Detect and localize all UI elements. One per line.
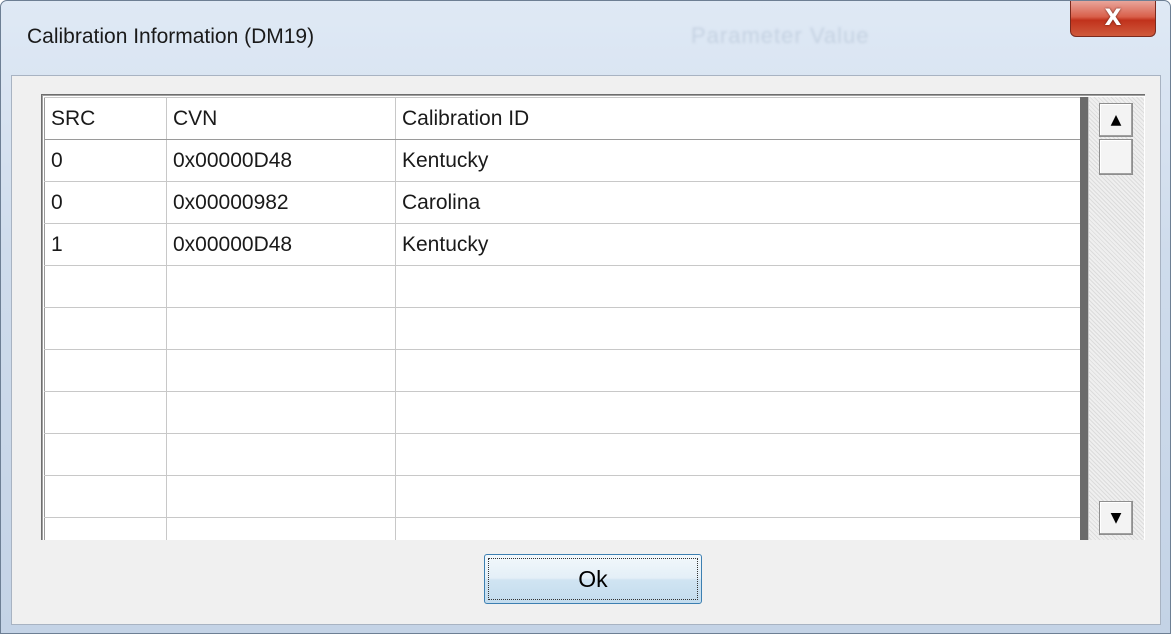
table-row[interactable] (44, 349, 1081, 392)
column-header-calibration-id[interactable]: Calibration ID (395, 97, 1081, 140)
window-title: Calibration Information (DM19) (27, 25, 315, 48)
cell-calibration-id[interactable]: Carolina (395, 181, 1081, 224)
ok-button[interactable]: Ok (484, 554, 702, 604)
cell-cvn[interactable] (166, 349, 396, 392)
background-window-text: Parameter Value (691, 23, 870, 48)
cell-src[interactable]: 1 (44, 223, 167, 266)
table-row[interactable]: 0 0x00000D48 Kentucky (44, 139, 1081, 182)
cell-calibration-id[interactable] (395, 391, 1081, 434)
table-row[interactable] (44, 517, 1081, 540)
scroll-down-button[interactable]: ▼ (1099, 501, 1133, 535)
table-row[interactable] (44, 307, 1081, 350)
table-row[interactable] (44, 433, 1081, 476)
vertical-scrollbar[interactable]: ▲ ▼ (1088, 97, 1144, 540)
table-row[interactable] (44, 391, 1081, 434)
cell-cvn[interactable] (166, 307, 396, 350)
table-row[interactable] (44, 265, 1081, 308)
close-button[interactable]: X (1070, 1, 1156, 37)
cell-src[interactable] (44, 307, 167, 350)
cell-cvn[interactable] (166, 433, 396, 476)
scroll-thumb[interactable] (1099, 139, 1133, 175)
table-row[interactable]: 0 0x00000982 Carolina (44, 181, 1081, 224)
table-row[interactable] (44, 475, 1081, 518)
table-header-row: SRC CVN Calibration ID (44, 97, 1081, 140)
cell-cvn[interactable] (166, 517, 396, 540)
cell-cvn[interactable]: 0x00000D48 (166, 139, 396, 182)
cell-src[interactable] (44, 475, 167, 518)
cell-calibration-id[interactable]: Kentucky (395, 139, 1081, 182)
grid-right-border (1080, 97, 1088, 540)
cell-src[interactable] (44, 265, 167, 308)
cell-cvn[interactable]: 0x00000982 (166, 181, 396, 224)
cell-src[interactable]: 0 (44, 139, 167, 182)
calibration-grid: SRC CVN Calibration ID 0 0x00000D48 Kent… (41, 94, 1145, 540)
cell-src[interactable] (44, 391, 167, 434)
dialog-client-area: SRC CVN Calibration ID 0 0x00000D48 Kent… (11, 75, 1161, 625)
table-row[interactable]: 1 0x00000D48 Kentucky (44, 223, 1081, 266)
cell-calibration-id[interactable] (395, 475, 1081, 518)
scroll-up-button[interactable]: ▲ (1099, 103, 1133, 137)
close-icon: X (1104, 6, 1122, 31)
cell-src[interactable] (44, 517, 167, 540)
cell-src[interactable] (44, 433, 167, 476)
cell-calibration-id[interactable] (395, 433, 1081, 476)
cell-cvn[interactable] (166, 265, 396, 308)
cell-calibration-id[interactable] (395, 517, 1081, 540)
cell-calibration-id[interactable] (395, 349, 1081, 392)
cell-cvn[interactable] (166, 475, 396, 518)
cell-cvn[interactable]: 0x00000D48 (166, 223, 396, 266)
column-header-cvn[interactable]: CVN (166, 97, 396, 140)
arrow-up-icon: ▲ (1110, 112, 1122, 128)
cell-calibration-id[interactable] (395, 265, 1081, 308)
calibration-table: SRC CVN Calibration ID 0 0x00000D48 Kent… (44, 97, 1081, 540)
title-bar[interactable]: Calibration Information (DM19) Parameter… (1, 1, 1170, 75)
cell-calibration-id[interactable]: Kentucky (395, 223, 1081, 266)
ok-button-label: Ok (578, 565, 608, 592)
dialog-window: Calibration Information (DM19) Parameter… (0, 0, 1171, 634)
column-header-src[interactable]: SRC (44, 97, 167, 140)
arrow-down-icon: ▼ (1110, 510, 1122, 526)
cell-src[interactable]: 0 (44, 181, 167, 224)
cell-src[interactable] (44, 349, 167, 392)
cell-calibration-id[interactable] (395, 307, 1081, 350)
cell-cvn[interactable] (166, 391, 396, 434)
